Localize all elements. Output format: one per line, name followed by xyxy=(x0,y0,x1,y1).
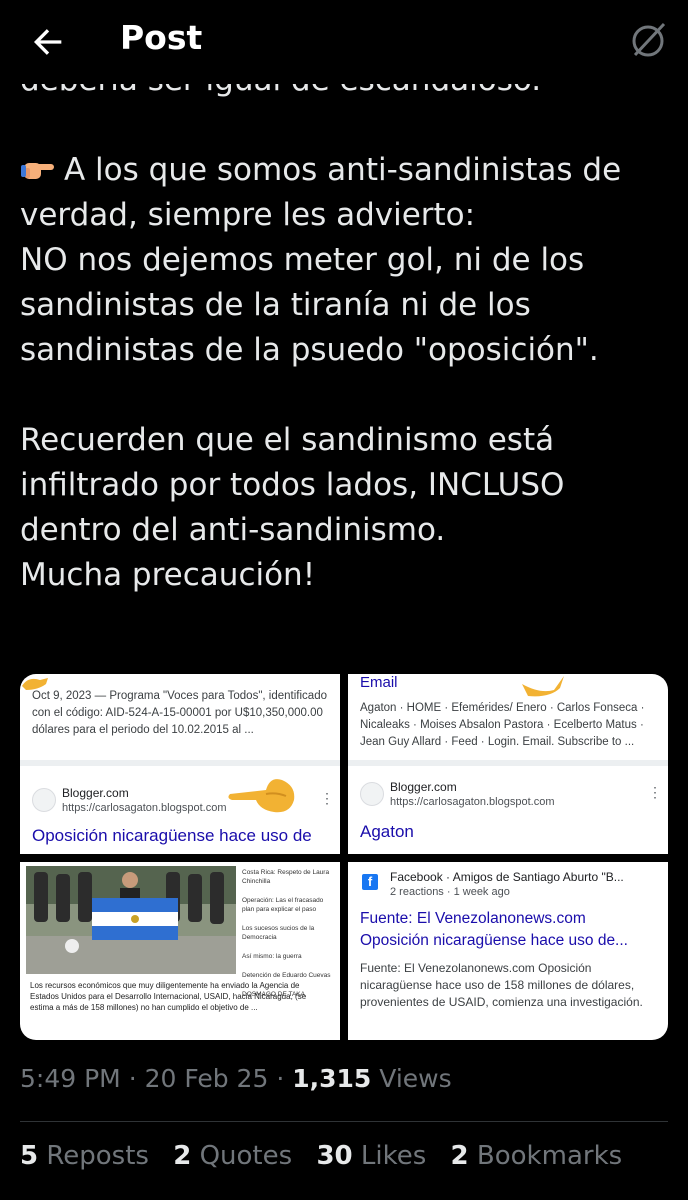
site-favicon-icon xyxy=(360,782,384,806)
post-time: 5:49 PM xyxy=(20,1064,121,1093)
related-list: Costa Rica: Respeto de Laura Chinchilla … xyxy=(242,868,336,1009)
engagement-stats: 5 Reposts 2 Quotes 30 Likes 2 Bookmarks xyxy=(20,1141,638,1171)
result-title-link: Oposición nicaragüense hace uso de xyxy=(32,826,312,845)
post-meta: 5:49 PM · 20 Feb 25 · 1,315 Views xyxy=(20,1064,452,1093)
image-tile-3[interactable]: Los recursos económicos que muy diligent… xyxy=(20,862,340,1040)
media-grid: Oct 9, 2023 — Programa "Voces para Todos… xyxy=(20,674,668,1040)
reposts-stat[interactable]: 5 Reposts xyxy=(20,1141,149,1171)
source-name: Blogger.com xyxy=(62,786,129,800)
result-header: Email xyxy=(360,674,398,691)
post-line: verdad, siempre les advierto: xyxy=(20,197,476,233)
divider xyxy=(20,1121,668,1122)
image-tile-2[interactable]: Email Agaton · HOME · Efemérides/ Enero … xyxy=(348,674,668,854)
point-right-emoji-icon xyxy=(21,163,54,179)
pointing-hand-icon xyxy=(228,779,295,813)
related-item: Costa Rica: Respeto de Laura Chinchilla xyxy=(242,869,330,885)
search-snippet: Oct 9, 2023 — Programa "Voces para Todos… xyxy=(32,690,327,736)
facebook-icon: f xyxy=(362,874,378,890)
bookmarks-stat[interactable]: 2 Bookmarks xyxy=(451,1141,623,1171)
post-line: infiltrado por todos lados, INCLUSO xyxy=(20,467,565,503)
related-item: Operación: Las el fracasado plan para ex… xyxy=(242,897,324,913)
pointing-hand-icon xyxy=(522,676,564,697)
post-line: A los que somos anti-sandinistas de xyxy=(20,148,670,193)
post-line: Recuerden que el sandinismo está xyxy=(20,422,555,458)
post-line: dentro del anti-sandinismo. xyxy=(20,512,446,548)
result-title-link: Oposición nicaragüense hace uso de... xyxy=(360,932,628,949)
site-favicon-icon xyxy=(32,788,56,812)
image-tile-4[interactable]: f Facebook · Amigos de Santiago Aburto "… xyxy=(348,862,668,1040)
views-label: Views xyxy=(379,1064,452,1093)
back-arrow-icon[interactable] xyxy=(28,22,68,62)
post-line: Mucha precaución! xyxy=(20,557,316,593)
page-title: Post xyxy=(120,18,203,57)
related-item: DOSMAGO DE TAKA xyxy=(242,991,305,998)
result-title-link: Agaton xyxy=(360,822,414,841)
search-snippet: Agaton · HOME · Efemérides/ Enero · Carl… xyxy=(360,702,645,748)
news-photo xyxy=(26,866,236,974)
image-tile-1[interactable]: Oct 9, 2023 — Programa "Voces para Todos… xyxy=(20,674,340,854)
result-title-link: Fuente: El Venezolanonews.com xyxy=(360,910,586,927)
related-item: Detención de Eduardo Cuevas xyxy=(242,972,331,979)
more-options-icon: ⋮ xyxy=(320,790,334,806)
quotes-stat[interactable]: 2 Quotes xyxy=(173,1141,292,1171)
source-name: Blogger.com xyxy=(390,780,457,794)
source-url: https://carlosagaton.blogspot.com xyxy=(390,796,555,808)
top-bar: Post xyxy=(0,0,688,84)
more-options-icon: ⋮ xyxy=(648,784,662,800)
views-count: 1,315 xyxy=(292,1064,372,1093)
likes-stat[interactable]: 30 Likes xyxy=(316,1141,426,1171)
source-name: Facebook · Amigos de Santiago Aburto "B.… xyxy=(390,870,624,884)
search-snippet: Fuente: El Venezolanonews.com Oposición … xyxy=(360,961,643,1009)
reactions-info: 2 reactions · 1 week ago xyxy=(390,886,510,898)
post-date: 20 Feb 25 xyxy=(144,1064,269,1093)
post-line: sandinistas de la psuedo "oposición". xyxy=(20,332,599,368)
post-line: sandinistas de la tiranía ni de los xyxy=(20,287,531,323)
source-url: https://carlosagaton.blogspot.com xyxy=(62,802,227,814)
related-item: Así mismo: la guerra xyxy=(242,953,302,960)
related-item: Los sucesos sucios de la Democracia xyxy=(242,925,315,941)
post-text: debería ser igual de escandaloso. A los … xyxy=(20,58,670,598)
post-line: NO nos dejemos meter gol, ni de los xyxy=(20,242,585,278)
grok-icon[interactable] xyxy=(626,19,670,63)
